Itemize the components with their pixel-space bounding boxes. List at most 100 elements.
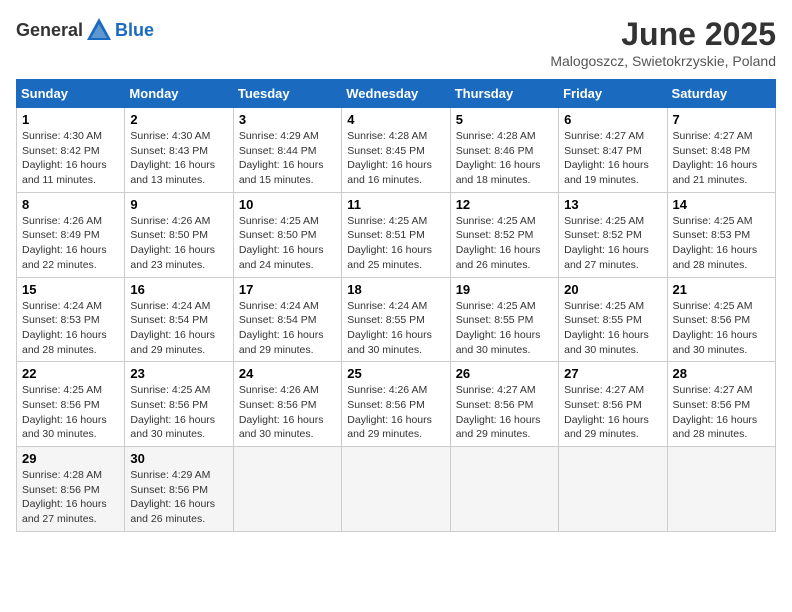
day-info: Sunrise: 4:27 AM Sunset: 8:48 PM Dayligh… — [673, 129, 770, 188]
weekday-header-thursday: Thursday — [450, 80, 558, 108]
location-subtitle: Malogoszcz, Swietokrzyskie, Poland — [550, 53, 776, 69]
calendar-cell: 25 Sunrise: 4:26 AM Sunset: 8:56 PM Dayli… — [342, 362, 450, 447]
day-number: 7 — [673, 112, 770, 127]
day-info: Sunrise: 4:24 AM Sunset: 8:54 PM Dayligh… — [130, 299, 227, 358]
day-info: Sunrise: 4:29 AM Sunset: 8:56 PM Dayligh… — [130, 468, 227, 527]
day-info: Sunrise: 4:27 AM Sunset: 8:56 PM Dayligh… — [673, 383, 770, 442]
calendar-cell — [450, 447, 558, 532]
day-info: Sunrise: 4:24 AM Sunset: 8:55 PM Dayligh… — [347, 299, 444, 358]
calendar-cell: 15 Sunrise: 4:24 AM Sunset: 8:53 PM Dayli… — [17, 277, 125, 362]
day-info: Sunrise: 4:27 AM Sunset: 8:47 PM Dayligh… — [564, 129, 661, 188]
calendar-cell: 18 Sunrise: 4:24 AM Sunset: 8:55 PM Dayli… — [342, 277, 450, 362]
day-info: Sunrise: 4:25 AM Sunset: 8:51 PM Dayligh… — [347, 214, 444, 273]
day-info: Sunrise: 4:25 AM Sunset: 8:56 PM Dayligh… — [130, 383, 227, 442]
day-number: 11 — [347, 197, 444, 212]
weekday-header-sunday: Sunday — [17, 80, 125, 108]
day-number: 16 — [130, 282, 227, 297]
calendar-cell: 29 Sunrise: 4:28 AM Sunset: 8:56 PM Dayli… — [17, 447, 125, 532]
day-info: Sunrise: 4:25 AM Sunset: 8:50 PM Dayligh… — [239, 214, 336, 273]
day-info: Sunrise: 4:30 AM Sunset: 8:42 PM Dayligh… — [22, 129, 119, 188]
day-number: 26 — [456, 366, 553, 381]
day-number: 24 — [239, 366, 336, 381]
day-info: Sunrise: 4:24 AM Sunset: 8:53 PM Dayligh… — [22, 299, 119, 358]
calendar-cell — [559, 447, 667, 532]
weekday-header-friday: Friday — [559, 80, 667, 108]
weekday-header-wednesday: Wednesday — [342, 80, 450, 108]
day-info: Sunrise: 4:28 AM Sunset: 8:45 PM Dayligh… — [347, 129, 444, 188]
day-info: Sunrise: 4:25 AM Sunset: 8:52 PM Dayligh… — [456, 214, 553, 273]
day-info: Sunrise: 4:25 AM Sunset: 8:56 PM Dayligh… — [22, 383, 119, 442]
calendar-cell: 16 Sunrise: 4:24 AM Sunset: 8:54 PM Dayli… — [125, 277, 233, 362]
calendar-cell: 28 Sunrise: 4:27 AM Sunset: 8:56 PM Dayli… — [667, 362, 775, 447]
day-number: 10 — [239, 197, 336, 212]
day-number: 21 — [673, 282, 770, 297]
day-number: 15 — [22, 282, 119, 297]
calendar-cell: 11 Sunrise: 4:25 AM Sunset: 8:51 PM Dayli… — [342, 192, 450, 277]
day-number: 18 — [347, 282, 444, 297]
week-row-3: 15 Sunrise: 4:24 AM Sunset: 8:53 PM Dayli… — [17, 277, 776, 362]
day-number: 19 — [456, 282, 553, 297]
calendar-cell: 23 Sunrise: 4:25 AM Sunset: 8:56 PM Dayli… — [125, 362, 233, 447]
calendar-cell: 22Sunrise: 4:25 AM Sunset: 8:56 PM Dayli… — [17, 362, 125, 447]
day-info: Sunrise: 4:25 AM Sunset: 8:55 PM Dayligh… — [564, 299, 661, 358]
calendar-cell: 17Sunrise: 4:24 AM Sunset: 8:54 PM Dayli… — [233, 277, 341, 362]
day-info: Sunrise: 4:28 AM Sunset: 8:46 PM Dayligh… — [456, 129, 553, 188]
day-number: 2 — [130, 112, 227, 127]
day-info: Sunrise: 4:30 AM Sunset: 8:43 PM Dayligh… — [130, 129, 227, 188]
calendar-cell — [233, 447, 341, 532]
calendar-cell — [667, 447, 775, 532]
day-number: 28 — [673, 366, 770, 381]
month-title: June 2025 — [550, 16, 776, 53]
calendar-cell: 19 Sunrise: 4:25 AM Sunset: 8:55 PM Dayli… — [450, 277, 558, 362]
day-number: 1 — [22, 112, 119, 127]
day-info: Sunrise: 4:25 AM Sunset: 8:55 PM Dayligh… — [456, 299, 553, 358]
page-header: General Blue June 2025 Malogoszcz, Swiet… — [16, 16, 776, 69]
day-info: Sunrise: 4:26 AM Sunset: 8:56 PM Dayligh… — [347, 383, 444, 442]
logo-icon — [85, 16, 113, 44]
calendar-cell: 12 Sunrise: 4:25 AM Sunset: 8:52 PM Dayli… — [450, 192, 558, 277]
calendar-cell: 4 Sunrise: 4:28 AM Sunset: 8:45 PM Daylig… — [342, 108, 450, 193]
day-number: 17 — [239, 282, 336, 297]
title-block: June 2025 Malogoszcz, Swietokrzyskie, Po… — [550, 16, 776, 69]
day-number: 4 — [347, 112, 444, 127]
weekday-header-saturday: Saturday — [667, 80, 775, 108]
day-info: Sunrise: 4:25 AM Sunset: 8:53 PM Dayligh… — [673, 214, 770, 273]
day-number: 29 — [22, 451, 119, 466]
logo-blue: Blue — [115, 20, 154, 41]
day-number: 14 — [673, 197, 770, 212]
calendar-cell: 5 Sunrise: 4:28 AM Sunset: 8:46 PM Daylig… — [450, 108, 558, 193]
day-info: Sunrise: 4:28 AM Sunset: 8:56 PM Dayligh… — [22, 468, 119, 527]
day-number: 5 — [456, 112, 553, 127]
weekday-header-monday: Monday — [125, 80, 233, 108]
week-row-5: 29 Sunrise: 4:28 AM Sunset: 8:56 PM Dayli… — [17, 447, 776, 532]
day-info: Sunrise: 4:25 AM Sunset: 8:56 PM Dayligh… — [673, 299, 770, 358]
day-info: Sunrise: 4:27 AM Sunset: 8:56 PM Dayligh… — [564, 383, 661, 442]
day-info: Sunrise: 4:29 AM Sunset: 8:44 PM Dayligh… — [239, 129, 336, 188]
calendar-cell: 2 Sunrise: 4:30 AM Sunset: 8:43 PM Daylig… — [125, 108, 233, 193]
day-number: 9 — [130, 197, 227, 212]
weekday-header-row: SundayMondayTuesdayWednesdayThursdayFrid… — [17, 80, 776, 108]
day-number: 12 — [456, 197, 553, 212]
logo: General Blue — [16, 16, 154, 44]
weekday-header-tuesday: Tuesday — [233, 80, 341, 108]
calendar-cell: 7 Sunrise: 4:27 AM Sunset: 8:48 PM Daylig… — [667, 108, 775, 193]
calendar-cell: 27 Sunrise: 4:27 AM Sunset: 8:56 PM Dayli… — [559, 362, 667, 447]
calendar-cell: 10 Sunrise: 4:25 AM Sunset: 8:50 PM Dayli… — [233, 192, 341, 277]
day-number: 8 — [22, 197, 119, 212]
day-info: Sunrise: 4:26 AM Sunset: 8:50 PM Dayligh… — [130, 214, 227, 273]
day-number: 27 — [564, 366, 661, 381]
calendar-table: SundayMondayTuesdayWednesdayThursdayFrid… — [16, 79, 776, 532]
day-info: Sunrise: 4:27 AM Sunset: 8:56 PM Dayligh… — [456, 383, 553, 442]
week-row-2: 8Sunrise: 4:26 AM Sunset: 8:49 PM Daylig… — [17, 192, 776, 277]
calendar-cell: 9 Sunrise: 4:26 AM Sunset: 8:50 PM Daylig… — [125, 192, 233, 277]
calendar-cell: 20 Sunrise: 4:25 AM Sunset: 8:55 PM Dayli… — [559, 277, 667, 362]
day-number: 25 — [347, 366, 444, 381]
day-number: 20 — [564, 282, 661, 297]
calendar-cell: 3Sunrise: 4:29 AM Sunset: 8:44 PM Daylig… — [233, 108, 341, 193]
day-number: 6 — [564, 112, 661, 127]
calendar-cell — [342, 447, 450, 532]
week-row-1: 1 Sunrise: 4:30 AM Sunset: 8:42 PM Daylig… — [17, 108, 776, 193]
calendar-cell: 1 Sunrise: 4:30 AM Sunset: 8:42 PM Daylig… — [17, 108, 125, 193]
day-number: 30 — [130, 451, 227, 466]
day-number: 23 — [130, 366, 227, 381]
